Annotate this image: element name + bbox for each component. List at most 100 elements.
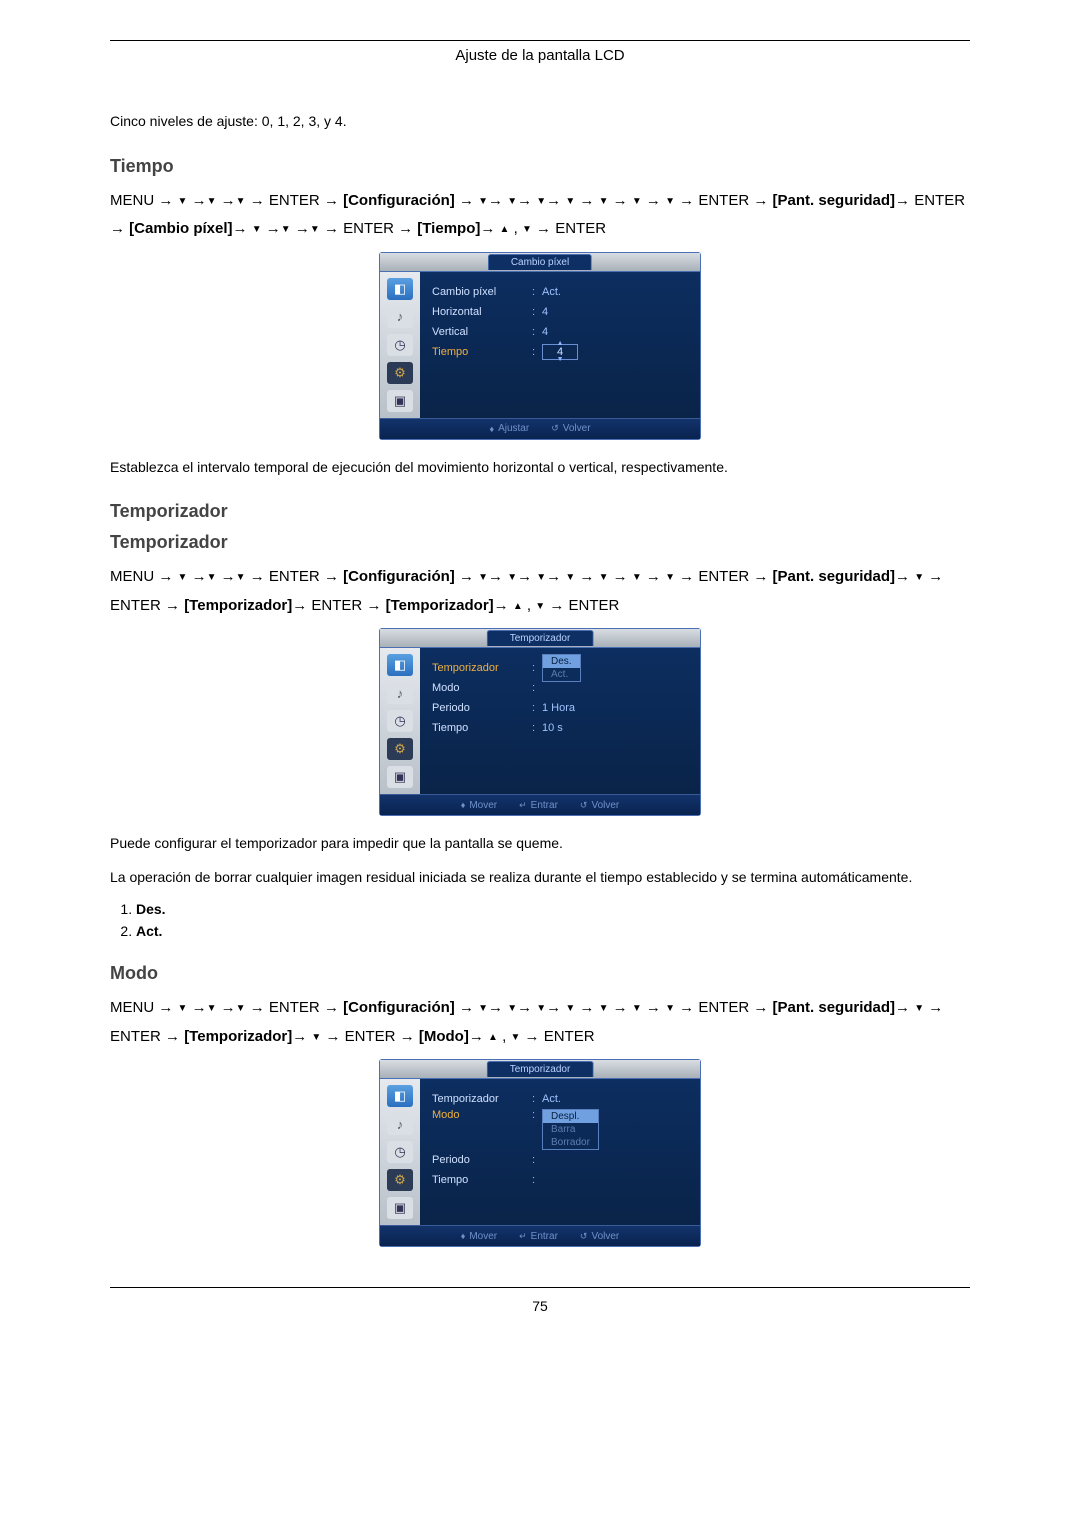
down-icon: ▼ [178, 572, 188, 583]
arrow-icon: → [480, 220, 495, 237]
down-icon: ▼ [207, 1003, 217, 1014]
arrow-icon: → [292, 597, 307, 614]
osd-hint-ajustar: ♦Ajustar [489, 423, 529, 434]
clock-icon: ◷ [387, 1141, 413, 1163]
osd-label: Temporizador [432, 1093, 532, 1105]
updown-icon: ♦ [461, 800, 466, 810]
picture-icon: ◧ [387, 654, 413, 676]
nav-temporizador: [Temporizador] [184, 597, 292, 614]
osd-colon: : [532, 662, 542, 674]
arrow-icon: → [488, 999, 503, 1016]
osd-hint-label: Mover [469, 1231, 497, 1242]
down-icon: ▼ [536, 572, 546, 583]
arrow-icon: → [753, 192, 768, 209]
osd-label: Tiempo [432, 1174, 532, 1186]
picture-icon: ◧ [387, 1085, 413, 1107]
arrow-icon: → [546, 192, 561, 209]
option-act: Act. [136, 923, 162, 939]
arrow-icon: → [517, 192, 532, 209]
osd-hint-mover: ♦Mover [461, 1231, 497, 1242]
arrow-icon: → [679, 999, 694, 1016]
osd-hint-label: Entrar [531, 1231, 558, 1242]
clock-icon: ◷ [387, 334, 413, 356]
content: Cinco niveles de ajuste: 0, 1, 2, 3, y 4… [110, 78, 970, 1247]
arrow-icon: → [233, 220, 248, 237]
nav-enter: ENTER [269, 568, 320, 585]
arrow-icon: → [517, 568, 532, 585]
heading-temporizador-1: Temporizador [110, 501, 970, 522]
down-icon: ▼ [599, 572, 609, 583]
down-icon: ▼ [236, 572, 246, 583]
nav-enter: ENTER [698, 192, 749, 209]
down-icon: ▼ [510, 1032, 520, 1043]
nav-configuracion: [Configuración] [343, 192, 455, 209]
osd-value: Act. [542, 286, 561, 298]
osd-colon: : [532, 286, 542, 298]
sound-icon: ♪ [387, 1113, 413, 1135]
arrow-icon: → [488, 568, 503, 585]
osd-hint-entrar: ↵Entrar [519, 800, 558, 811]
down-icon: ▼ [565, 1003, 575, 1014]
down-icon: ▼ [236, 1003, 246, 1014]
down-icon: ▼ [522, 224, 532, 235]
nav-enter: ENTER [311, 597, 362, 614]
nav-menu: MENU [110, 192, 154, 209]
nav-pantseguridad: [Pant. seguridad] [773, 999, 896, 1016]
down-icon: ▼ [207, 572, 217, 583]
down-icon: ▼ [557, 353, 564, 367]
info-icon: ▣ [387, 766, 413, 788]
osd-value-select: Despl. Barra Borrador [542, 1109, 599, 1150]
arrow-icon: → [469, 1028, 484, 1045]
osd-label: Cambio píxel [432, 286, 532, 298]
arrow-icon: → [546, 999, 561, 1016]
nav-enter: ENTER [345, 1028, 396, 1045]
osd-row: Tiempo : ▲ 4 ▼ [432, 342, 688, 362]
down-icon: ▼ [507, 1003, 517, 1014]
osd-label: Tiempo [432, 346, 532, 358]
osd-hint-label: Volver [591, 800, 619, 811]
arrow-icon: → [110, 220, 125, 237]
osd-label: Modo [432, 1109, 532, 1121]
down-icon: ▼ [207, 196, 217, 207]
osd-value-selected: ▲ 4 ▼ [542, 344, 578, 360]
heading-tiempo: Tiempo [110, 156, 970, 177]
nav-enter: ENTER [110, 1028, 161, 1045]
arrow-icon: → [295, 220, 310, 237]
arrow-icon: → [579, 568, 594, 585]
osd-option: Act. [543, 668, 580, 681]
temporizador-desc2: La operación de borrar cualquier imagen … [110, 868, 970, 888]
down-icon: ▼ [478, 196, 488, 207]
osd-colon: : [532, 306, 542, 318]
down-icon: ▼ [665, 572, 675, 583]
page-number: 75 [110, 1288, 970, 1314]
nav-enter: ENTER [698, 568, 749, 585]
nav-modo: [Modo] [419, 1028, 469, 1045]
osd-label: Modo [432, 682, 532, 694]
arrow-icon: → [221, 999, 236, 1016]
osd-colon: : [532, 326, 542, 338]
arrow-icon: → [613, 568, 628, 585]
sound-icon: ♪ [387, 306, 413, 328]
down-icon: ▼ [478, 1003, 488, 1014]
nav-enter: ENTER [555, 220, 606, 237]
osd-value: 4 [542, 306, 548, 318]
arrow-icon: → [646, 192, 661, 209]
down-icon: ▼ [632, 572, 642, 583]
nav-enter: ENTER [110, 597, 161, 614]
osd-colon: : [532, 722, 542, 734]
gear-icon: ⚙ [387, 1169, 413, 1191]
arrow-icon: → [400, 1028, 415, 1045]
nav-configuracion: [Configuración] [343, 999, 455, 1016]
osd-row: Tiempo : 10 s [432, 718, 688, 738]
osd-titlebar: Temporizador [380, 629, 700, 648]
osd-footer: ♦Mover ↵Entrar ↺Volver [380, 794, 700, 815]
arrow-icon: → [525, 1028, 540, 1045]
arrow-icon: → [517, 999, 532, 1016]
arrow-icon: → [366, 597, 381, 614]
osd-hint-label: Volver [563, 423, 591, 434]
arrow-icon: → [549, 597, 564, 614]
osd-value-select: Des. Act. [542, 654, 581, 682]
arrow-icon: → [459, 999, 474, 1016]
arrow-icon: → [753, 568, 768, 585]
osd-row: Horizontal : 4 [432, 302, 688, 322]
